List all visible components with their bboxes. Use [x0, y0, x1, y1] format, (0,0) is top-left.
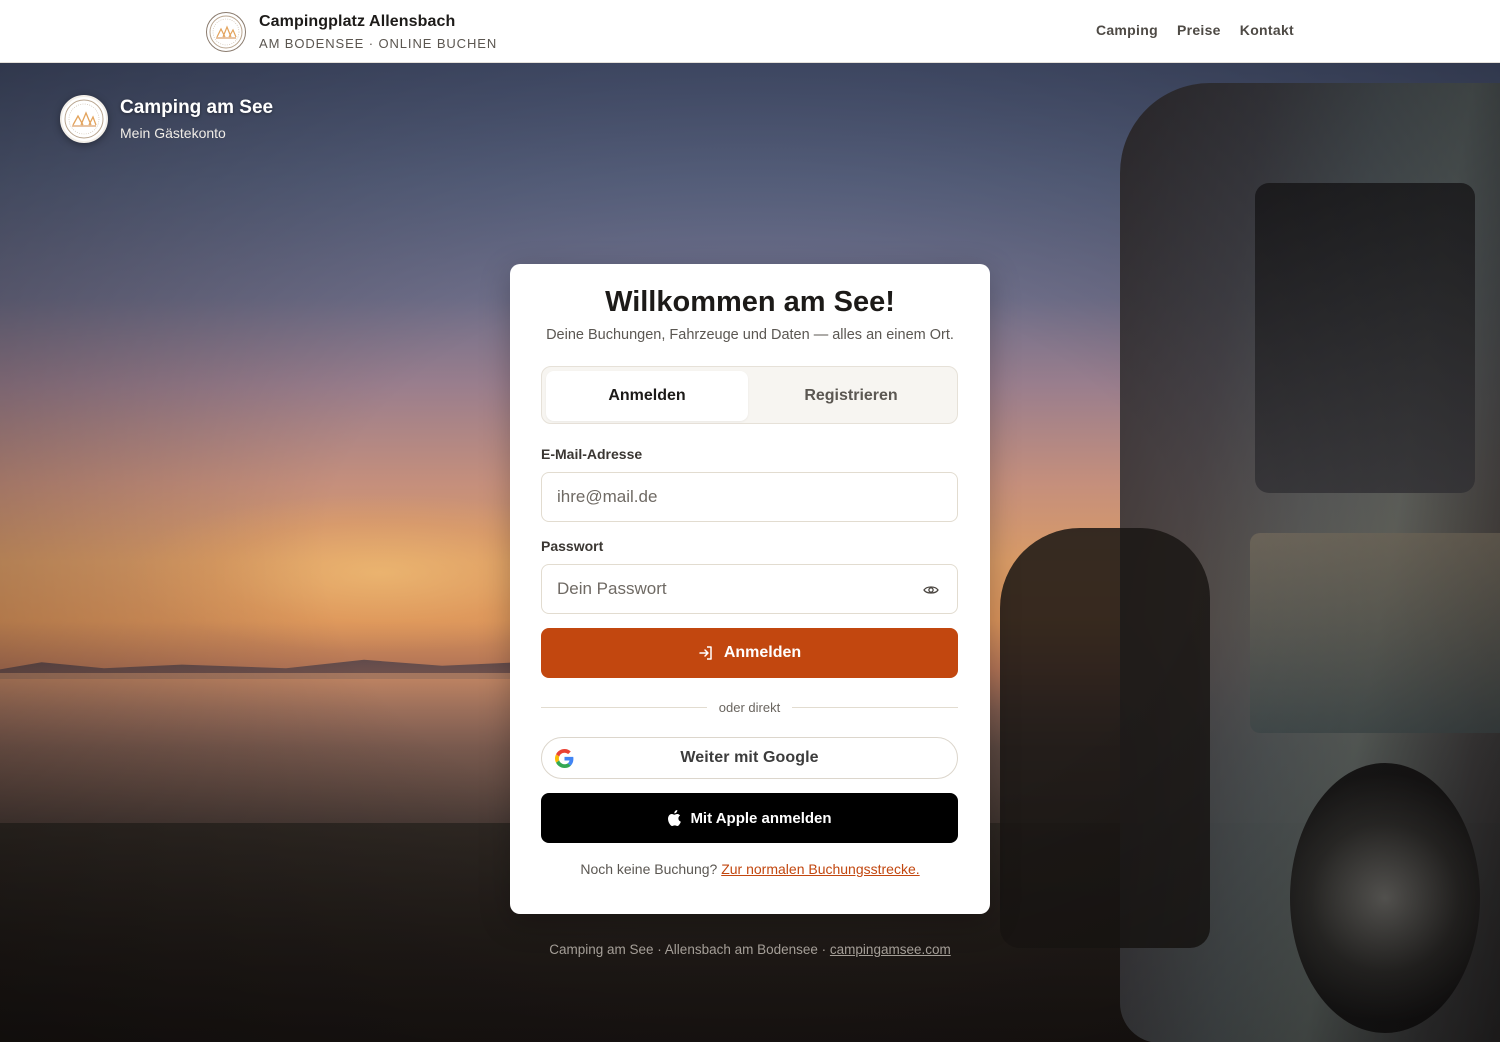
apple-icon	[668, 810, 682, 826]
top-header: Campingplatz Allensbach AM BODENSEE · ON…	[0, 0, 1500, 63]
main-nav: Camping Preise Kontakt	[1096, 22, 1294, 38]
email-field-wrapper	[541, 472, 958, 522]
login-card: Willkommen am See! Deine Buchungen, Fahr…	[510, 264, 990, 914]
site-title: Camping am See	[120, 97, 274, 118]
google-login-label: Weiter mit Google	[680, 749, 819, 766]
card-title: Willkommen am See!	[605, 286, 895, 318]
eye-icon[interactable]	[923, 582, 939, 598]
google-g-icon	[555, 749, 574, 768]
campsite-logo-large	[60, 95, 108, 143]
or-divider: oder direkt	[541, 698, 959, 716]
brand-subtitle: AM BODENSEE · ONLINE BUCHEN	[259, 36, 498, 51]
tab-anmelden[interactable]: Anmelden	[546, 371, 748, 421]
nav-link-camping[interactable]: Camping	[1096, 22, 1158, 38]
nav-link-preise[interactable]: Preise	[1177, 22, 1221, 38]
footer-website-link[interactable]: campingamsee.com	[830, 942, 951, 957]
apple-login-button[interactable]: Mit Apple anmelden	[541, 793, 958, 843]
booking-note-text: Noch keine Buchung?	[580, 861, 718, 877]
password-field[interactable]	[542, 565, 957, 613]
email-field[interactable]	[542, 473, 957, 521]
login-submit-label: Anmelden	[723, 644, 802, 661]
tab-registrieren[interactable]: Registrieren	[750, 371, 952, 421]
email-label: E-Mail-Adresse	[541, 446, 643, 462]
campsite-logo	[206, 12, 246, 52]
page-footer: Camping am See · Allensbach am Bodensee …	[0, 942, 1500, 957]
divider-line-right	[792, 706, 959, 708]
divider-line-left	[541, 706, 707, 708]
site-badge[interactable]: Camping am See Mein Gästekonto	[60, 95, 273, 143]
normal-booking-link[interactable]: Zur normalen Buchungsstrecke.	[721, 861, 919, 877]
brand[interactable]: Campingplatz Allensbach AM BODENSEE · ON…	[206, 12, 497, 52]
footer-text: Camping am See · Allensbach am Bodensee …	[549, 942, 827, 957]
login-submit-button[interactable]: Anmelden	[541, 628, 958, 678]
booking-note: Noch keine Buchung? Zur normalen Buchung…	[510, 861, 990, 877]
login-arrow-icon	[699, 646, 712, 660]
card-subtitle: Deine Buchungen, Fahrzeuge und Daten — a…	[546, 327, 954, 343]
apple-login-label: Mit Apple anmelden	[690, 809, 832, 827]
divider-text: oder direkt	[718, 699, 781, 715]
password-field-wrapper	[541, 564, 958, 614]
site-subtitle: Mein Gästekonto	[120, 125, 226, 141]
google-login-button[interactable]: Weiter mit Google	[541, 737, 958, 779]
auth-tabs: Anmelden Registrieren	[541, 366, 958, 424]
nav-link-kontakt[interactable]: Kontakt	[1240, 22, 1294, 38]
password-label: Passwort	[541, 538, 604, 554]
brand-title: Campingplatz Allensbach	[259, 13, 456, 30]
